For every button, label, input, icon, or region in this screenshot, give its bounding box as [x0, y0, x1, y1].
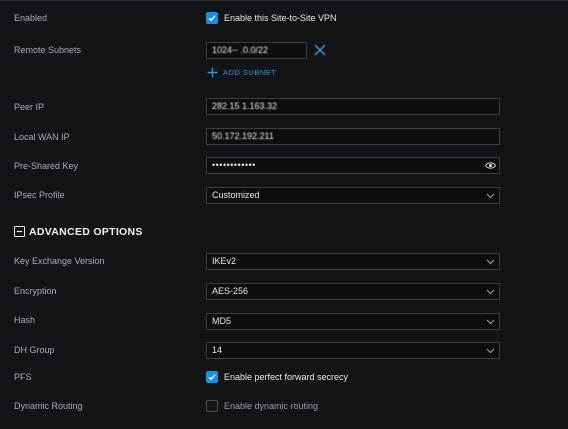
top-divider [0, 0, 568, 1]
local-wan-ip-label: Local WAN IP [14, 132, 70, 142]
chevron-down-icon [486, 319, 495, 325]
chevron-down-icon [486, 259, 495, 265]
pfs-label: PFS [14, 372, 32, 382]
remove-subnet-button[interactable] [313, 43, 327, 57]
eye-icon[interactable] [485, 161, 496, 170]
dynamic-routing-checkbox-label[interactable]: Enable dynamic routing [224, 401, 318, 411]
checkmark-icon [208, 374, 216, 381]
enabled-label: Enabled [14, 13, 48, 23]
ipsec-profile-select[interactable]: Customized [206, 187, 500, 204]
checkmark-icon [208, 15, 216, 22]
encryption-label: Encryption [14, 286, 57, 296]
hash-select[interactable]: MD5 [206, 313, 500, 330]
pre-shared-key-input[interactable]: •••••••••••• [206, 157, 500, 174]
pfs-checkbox[interactable] [206, 371, 218, 383]
pfs-checkbox-label[interactable]: Enable perfect forward secrecy [224, 372, 348, 382]
enable-vpn-checkbox[interactable] [206, 12, 218, 24]
local-wan-ip-input[interactable]: 50.172.192.211 [206, 128, 500, 145]
chevron-down-icon [486, 348, 495, 354]
key-exchange-value: IKEv2 [212, 256, 237, 266]
key-exchange-label: Key Exchange Version [14, 256, 105, 266]
encryption-value: AES-256 [212, 286, 249, 296]
peer-ip-label: Peer IP [14, 102, 45, 112]
add-subnet-label: ADD SUBNET [223, 67, 277, 77]
plus-icon [207, 67, 218, 77]
remote-subnet-input[interactable]: 1024-- .0.0/22 [206, 42, 307, 59]
dh-group-select[interactable]: 14 [206, 342, 500, 359]
add-subnet-button[interactable]: ADD SUBNET [207, 66, 276, 78]
chevron-down-icon [486, 193, 495, 199]
ipsec-profile-value: Customized [212, 190, 260, 200]
peer-ip-value: 282.15 1.163.32 [212, 101, 278, 111]
local-wan-ip-value: 50.172.192.211 [212, 131, 274, 141]
remote-subnet-value: 1024-- .0.0/22 [212, 45, 269, 55]
dh-group-label: DH Group [14, 345, 55, 355]
dynamic-routing-label: Dynamic Routing [14, 401, 83, 411]
peer-ip-input[interactable]: 282.15 1.163.32 [206, 98, 500, 115]
close-icon [314, 44, 326, 56]
ipsec-profile-label: IPsec Profile [14, 190, 65, 200]
encryption-select[interactable]: AES-256 [206, 283, 500, 300]
hash-label: Hash [14, 315, 36, 325]
remote-subnets-label: Remote Subnets [14, 45, 82, 55]
pre-shared-key-label: Pre-Shared Key [14, 161, 79, 171]
enable-vpn-label[interactable]: Enable this Site-to-Site VPN [224, 13, 337, 23]
pre-shared-key-value: •••••••••••• [212, 160, 256, 170]
key-exchange-select[interactable]: IKEv2 [206, 253, 500, 270]
dh-group-value: 14 [212, 345, 223, 355]
hash-value: MD5 [212, 316, 232, 326]
chevron-down-icon [486, 289, 495, 295]
dynamic-routing-checkbox[interactable] [206, 400, 218, 412]
advanced-options-title[interactable]: ADVANCED OPTIONS [29, 226, 143, 238]
collapse-icon[interactable] [14, 226, 25, 237]
